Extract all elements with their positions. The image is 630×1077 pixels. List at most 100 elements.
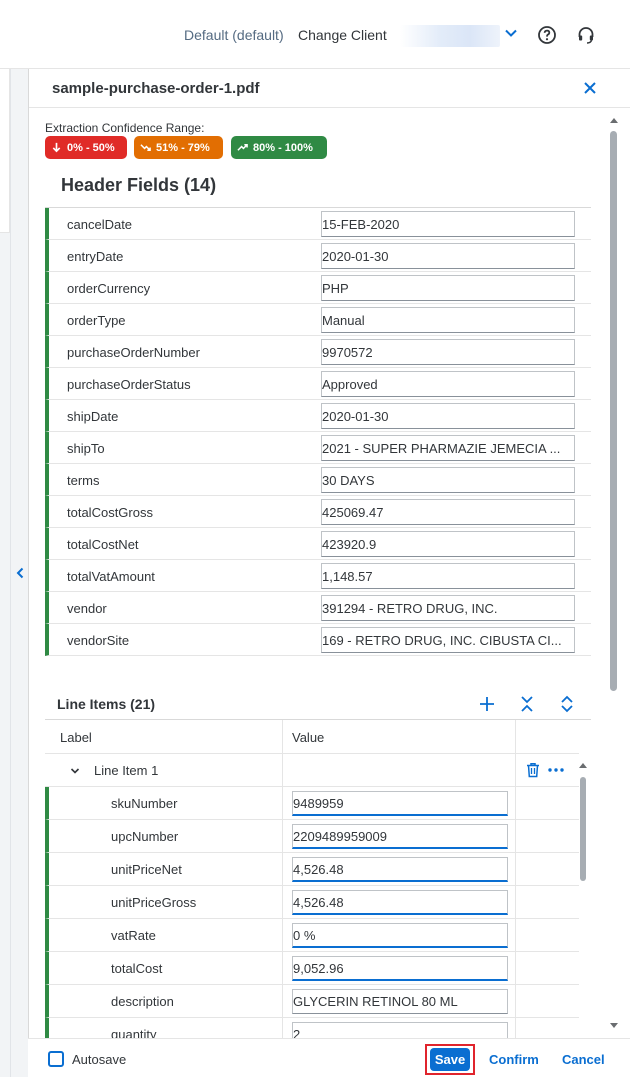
confidence-range-label: Extraction Confidence Range: bbox=[45, 121, 205, 135]
trend-up-icon bbox=[237, 144, 248, 151]
document-dialog: sample-purchase-order-1.pdf Extraction C… bbox=[28, 69, 630, 1077]
header-field-label: vendorSite bbox=[67, 633, 130, 648]
header-field-label: shipTo bbox=[67, 441, 105, 456]
client-select[interactable] bbox=[400, 25, 500, 47]
header-field-input[interactable]: 30 DAYS bbox=[321, 467, 575, 493]
dialog-header: sample-purchase-order-1.pdf bbox=[29, 69, 630, 108]
header-field-input[interactable]: 9970572 bbox=[321, 339, 575, 365]
scroll-up-icon[interactable] bbox=[609, 116, 619, 124]
confidence-high-badge: 80% - 100% bbox=[231, 136, 327, 159]
header-field-input[interactable]: 2020-01-30 bbox=[321, 403, 575, 429]
line-item-field-label: vatRate bbox=[111, 928, 156, 943]
header-field-input[interactable]: 2020-01-30 bbox=[321, 243, 575, 269]
header-field-row: totalVatAmount 1,148.57 bbox=[45, 560, 591, 592]
header-field-row: shipDate 2020-01-30 bbox=[45, 400, 591, 432]
header-field-label: totalCostNet bbox=[67, 537, 139, 552]
line-item-field-input[interactable]: 2209489959009 bbox=[292, 824, 508, 849]
line-item-field-label: skuNumber bbox=[111, 796, 178, 811]
line-item-field-label: unitPriceNet bbox=[111, 862, 182, 877]
main-scrollbar-thumb[interactable] bbox=[610, 131, 617, 691]
chevron-down-icon[interactable] bbox=[504, 26, 518, 40]
more-options-icon[interactable] bbox=[547, 762, 565, 778]
expand-all-icon[interactable] bbox=[558, 695, 576, 713]
header-field-row: entryDate 2020-01-30 bbox=[45, 240, 591, 272]
header-field-label: cancelDate bbox=[67, 217, 133, 232]
line-item-field-label: quantity bbox=[111, 1027, 157, 1038]
line-item-field-input[interactable]: 9489959 bbox=[292, 791, 508, 816]
help-icon[interactable] bbox=[537, 25, 557, 45]
line-item-field-row: skuNumber 9489959 bbox=[45, 787, 579, 820]
autosave-label: Autosave bbox=[72, 1052, 127, 1067]
add-icon[interactable] bbox=[478, 695, 496, 713]
header-field-label: shipDate bbox=[67, 409, 119, 424]
collapse-panel-button[interactable] bbox=[11, 555, 28, 591]
header-field-label: entryDate bbox=[67, 249, 124, 264]
header-field-row: purchaseOrderNumber 9970572 bbox=[45, 336, 591, 368]
dialog-footer: Autosave Save Confirm Cancel bbox=[28, 1038, 630, 1077]
line-item-field-input[interactable]: 0 % bbox=[292, 923, 508, 948]
header-field-row: terms 30 DAYS bbox=[45, 464, 591, 496]
header-field-input[interactable]: 1,148.57 bbox=[321, 563, 575, 589]
line-item-field-row: vatRate 0 % bbox=[45, 919, 579, 952]
line-item-field-input[interactable]: 2 bbox=[292, 1022, 508, 1038]
header-field-label: orderType bbox=[67, 313, 126, 328]
header-field-label: orderCurrency bbox=[67, 281, 151, 296]
line-item-field-input[interactable]: 4,526.48 bbox=[292, 890, 508, 915]
change-client-label: Change Client bbox=[298, 27, 387, 43]
line-items-title: Line Items (21) bbox=[57, 696, 156, 712]
line-item-group-label: Line Item 1 bbox=[94, 763, 159, 778]
header-field-input[interactable]: 391294 - RETRO DRUG, INC. bbox=[321, 595, 575, 621]
line-items-table: Label Value Line Item 1 skuNumber 9489959… bbox=[45, 720, 579, 1038]
line-item-field-input[interactable]: 4,526.48 bbox=[292, 857, 508, 882]
header-field-label: vendor bbox=[67, 601, 107, 616]
autosave-checkbox[interactable] bbox=[48, 1051, 64, 1067]
trend-down-icon bbox=[140, 144, 151, 151]
line-item-field-row: unitPriceNet 4,526.48 bbox=[45, 853, 579, 886]
header-field-input[interactable]: PHP bbox=[321, 275, 575, 301]
header-field-label: totalCostGross bbox=[67, 505, 153, 520]
chevron-down-icon[interactable] bbox=[70, 766, 80, 776]
default-client-label: Default (default) bbox=[184, 27, 284, 43]
confidence-medium-label: 51% - 79% bbox=[156, 141, 210, 154]
delete-icon[interactable] bbox=[525, 762, 541, 778]
header-field-row: vendorSite 169 - RETRO DRUG, INC. CIBUSTA… bbox=[45, 624, 591, 656]
line-item-field-row: upcNumber 2209489959009 bbox=[45, 820, 579, 853]
header-field-input[interactable]: 425069.47 bbox=[321, 499, 575, 525]
line-item-field-input[interactable]: 9,052.96 bbox=[292, 956, 508, 981]
header-field-label: purchaseOrderStatus bbox=[67, 377, 191, 392]
table-scrollbar-thumb[interactable] bbox=[580, 777, 586, 881]
header-field-row: shipTo 2021 - SUPER PHARMAZIE JEMECIA ... bbox=[45, 432, 591, 464]
header-field-input[interactable]: Manual bbox=[321, 307, 575, 333]
header-field-input[interactable]: Approved bbox=[321, 371, 575, 397]
confidence-low-badge: 0% - 50% bbox=[45, 136, 127, 159]
line-item-field-input[interactable]: GLYCERIN RETINOL 80 ML bbox=[292, 989, 508, 1014]
header-field-label: totalVatAmount bbox=[67, 569, 155, 584]
cancel-button[interactable]: Cancel bbox=[562, 1052, 605, 1067]
arrow-down-icon bbox=[52, 142, 61, 153]
save-button[interactable]: Save bbox=[430, 1048, 470, 1071]
header-field-row: orderType Manual bbox=[45, 304, 591, 336]
header-field-row: vendor 391294 - RETRO DRUG, INC. bbox=[45, 592, 591, 624]
confirm-button[interactable]: Confirm bbox=[489, 1052, 539, 1067]
table-header: Label Value bbox=[45, 720, 579, 754]
line-item-group-row[interactable]: Line Item 1 bbox=[45, 754, 579, 787]
header-field-row: cancelDate 15-FEB-2020 bbox=[45, 208, 591, 240]
column-header-label: Label bbox=[60, 730, 92, 745]
scroll-down-icon[interactable] bbox=[609, 1022, 619, 1030]
background-card bbox=[0, 69, 10, 233]
header-field-input[interactable]: 423920.9 bbox=[321, 531, 575, 557]
close-icon[interactable] bbox=[582, 80, 598, 96]
collapse-all-icon[interactable] bbox=[518, 695, 536, 713]
confidence-medium-badge: 51% - 79% bbox=[134, 136, 223, 159]
header-field-row: purchaseOrderStatus Approved bbox=[45, 368, 591, 400]
line-item-field-label: totalCost bbox=[111, 961, 163, 976]
header-field-input[interactable]: 2021 - SUPER PHARMAZIE JEMECIA ... bbox=[321, 435, 575, 461]
headset-icon[interactable] bbox=[576, 25, 596, 45]
line-item-field-row: quantity 2 bbox=[45, 1018, 579, 1038]
table-scroll-up-icon[interactable] bbox=[578, 761, 588, 769]
line-item-field-label: upcNumber bbox=[111, 829, 179, 844]
line-item-field-row: totalCost 9,052.96 bbox=[45, 952, 579, 985]
header-field-input[interactable]: 15-FEB-2020 bbox=[321, 211, 575, 237]
dialog-title: sample-purchase-order-1.pdf bbox=[52, 80, 260, 97]
header-field-input[interactable]: 169 - RETRO DRUG, INC. CIBUSTA CI... bbox=[321, 627, 575, 653]
